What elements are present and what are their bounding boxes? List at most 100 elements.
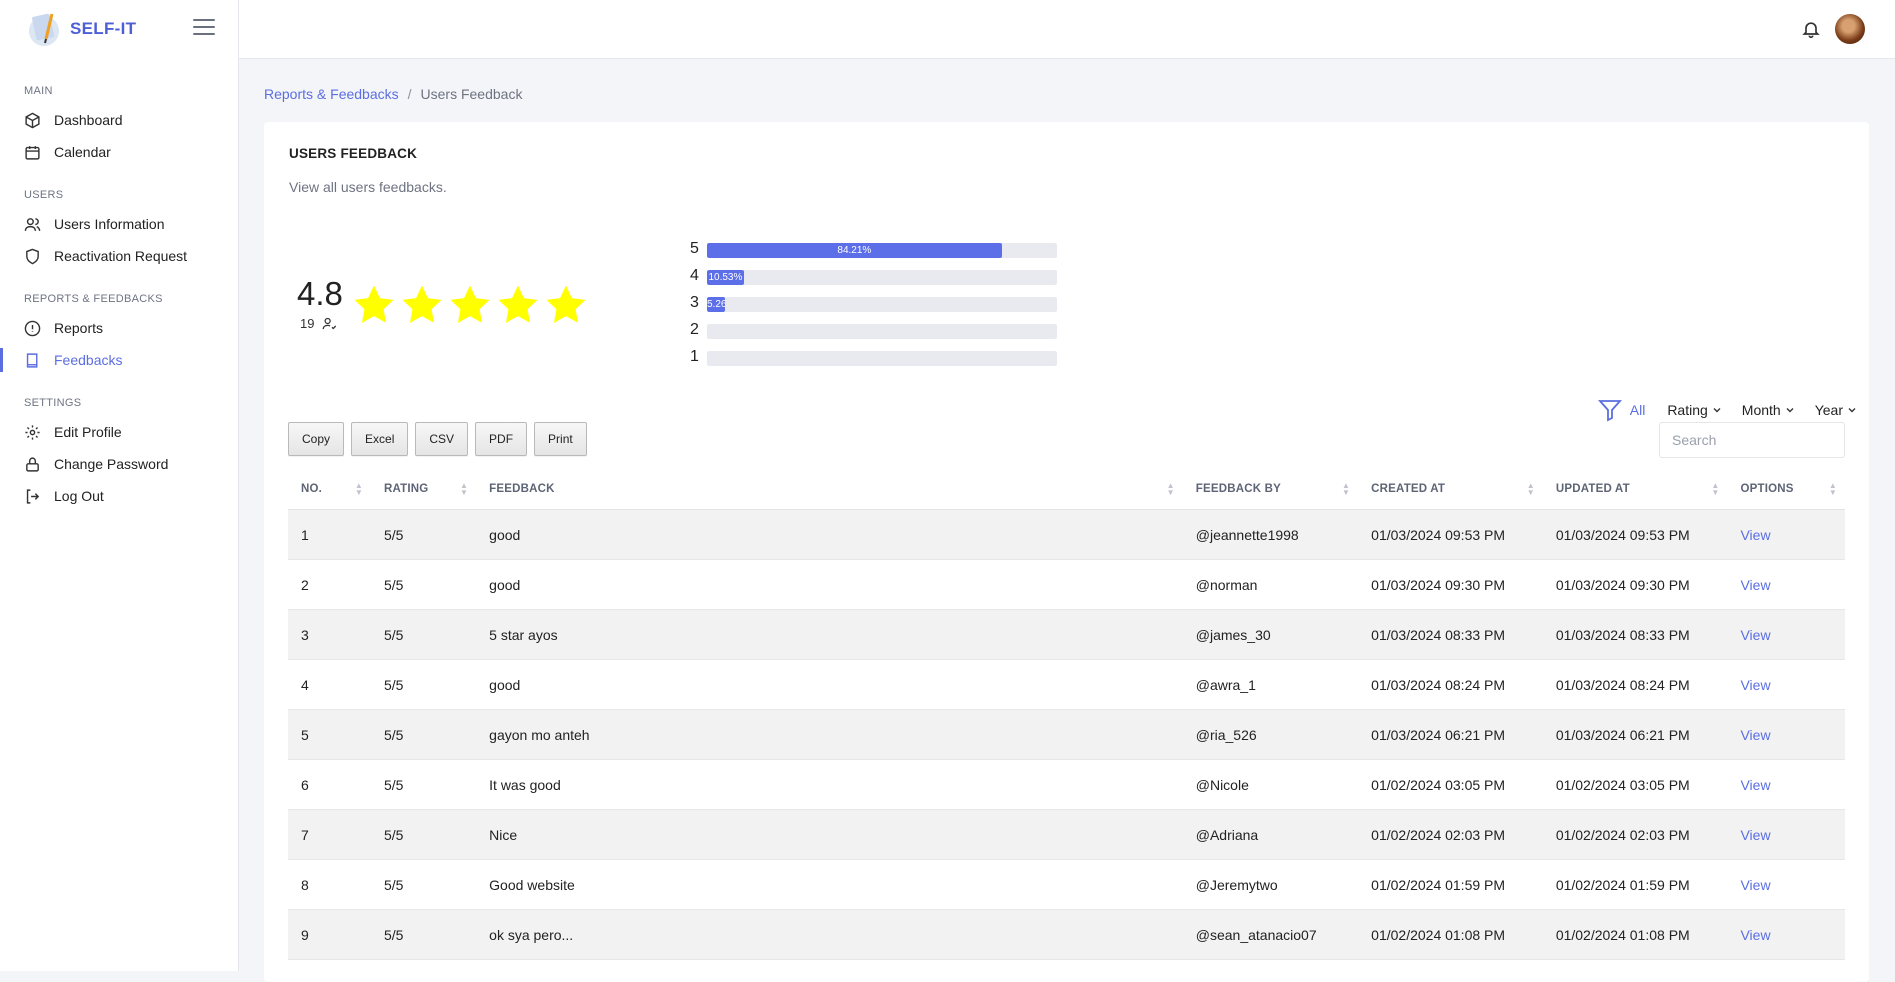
view-link[interactable]: View	[1740, 877, 1770, 893]
view-link[interactable]: View	[1740, 827, 1770, 843]
star-icon	[354, 285, 394, 323]
copy-button[interactable]: Copy	[288, 422, 345, 456]
breadcrumb-current: Users Feedback	[420, 86, 523, 102]
search-input[interactable]	[1659, 422, 1845, 458]
rating-bar-row: 3 5.26%	[690, 294, 1090, 312]
sort-icon: ▲ ▼	[1166, 481, 1175, 497]
csv-button[interactable]: CSV	[415, 422, 469, 456]
view-link[interactable]: View	[1740, 577, 1770, 593]
sort-icon: ▲ ▼	[354, 481, 363, 497]
excel-button[interactable]: Excel	[351, 422, 409, 456]
table-row: 3 5/5 5 star ayos @james_30 01/03/2024 08:33…	[288, 609, 1845, 660]
col-updated-at-header[interactable]: UPDATED AT ▲ ▼	[1542, 469, 1728, 510]
filter-icon[interactable]	[1597, 398, 1622, 422]
column-header-label: RATING	[383, 483, 429, 495]
row-rating: 5/5	[370, 659, 477, 710]
section-main: MAIN	[24, 85, 53, 97]
view-link[interactable]: View	[1740, 627, 1770, 643]
view-link[interactable]: View	[1740, 927, 1770, 943]
col-rating-header[interactable]: RATING ▲ ▼	[370, 469, 477, 510]
row-feedback-by: @jeannette1998	[1182, 509, 1359, 560]
rating-bar-track	[707, 351, 1057, 366]
row-options: View	[1727, 909, 1845, 960]
col-feedback-header[interactable]: FEEDBACK ▲ ▼	[476, 469, 1183, 510]
view-link[interactable]: View	[1740, 727, 1770, 743]
sort-icon: ▲ ▼	[1711, 481, 1720, 497]
avatar[interactable]	[1835, 14, 1865, 44]
rating-count-value: 19	[300, 316, 315, 331]
row-updated-at: 01/03/2024 08:24 PM	[1542, 659, 1728, 710]
rating-bar-star: 4	[690, 267, 699, 284]
sidebar-item-users-information[interactable]: Users Information	[0, 209, 237, 239]
row-number: 8	[288, 859, 371, 910]
view-link[interactable]: View	[1740, 677, 1770, 693]
month-dropdown[interactable]: Month	[1742, 402, 1795, 418]
star-icon	[450, 285, 490, 323]
row-options: View	[1727, 509, 1845, 560]
sidebar-item-calendar[interactable]: Calendar	[0, 137, 237, 167]
star-icon	[402, 285, 442, 323]
col-created-at-header[interactable]: CREATED AT ▲ ▼	[1358, 469, 1543, 510]
view-link[interactable]: View	[1740, 777, 1770, 793]
row-number: 4	[288, 659, 371, 710]
lock-icon	[26, 456, 39, 472]
row-feedback: It was good	[476, 759, 1183, 810]
brand-logo[interactable]: SELF-IT	[26, 8, 136, 50]
view-link[interactable]: View	[1740, 527, 1770, 543]
col-no-header[interactable]: NO. ▲ ▼	[288, 469, 371, 510]
rating-bar-star: 3	[690, 294, 699, 311]
chevron-down-icon	[1848, 408, 1856, 413]
sidebar-item-log-out[interactable]: Log Out	[0, 481, 237, 511]
calendar-icon	[25, 145, 40, 160]
year-dropdown[interactable]: Year	[1815, 402, 1857, 418]
row-created-at: 01/02/2024 01:08 PM	[1358, 909, 1543, 960]
rating-bar-track	[707, 324, 1057, 339]
alert-circle-icon	[24, 320, 41, 336]
row-feedback-by: @norman	[1182, 559, 1359, 610]
sidebar-item-reports[interactable]: Reports	[0, 313, 237, 343]
logo-icon	[29, 13, 59, 46]
column-header-label: FEEDBACK BY	[1195, 483, 1282, 495]
row-feedback: 5 star ayos	[476, 609, 1183, 660]
row-feedback-by: @james_30	[1182, 609, 1359, 660]
row-feedback-by: @Adriana	[1182, 809, 1359, 860]
sidebar-item-edit-profile[interactable]: Edit Profile	[0, 417, 237, 447]
book-icon	[26, 352, 38, 368]
sidebar-item-reactivation-request[interactable]: Reactivation Request	[0, 241, 237, 271]
print-button[interactable]: Print	[534, 422, 587, 456]
sidebar-item-label: Edit Profile	[54, 424, 122, 440]
row-created-at: 01/03/2024 06:21 PM	[1358, 709, 1543, 760]
row-created-at: 01/03/2024 08:24 PM	[1358, 659, 1543, 710]
pdf-button[interactable]: PDF	[475, 422, 528, 456]
row-number: 3	[288, 609, 371, 660]
shield-icon	[26, 248, 39, 264]
table-header-row: NO. ▲ ▼ RATING ▲ ▼ FEEDBACK ▲ ▼ FEEDBACK BY ▲ ▼ CREA…	[288, 469, 1845, 510]
column-header-label: UPDATED AT	[1555, 483, 1630, 495]
sidebar-item-dashboard[interactable]: Dashboard	[0, 105, 237, 135]
col-feedback-by-header[interactable]: FEEDBACK BY ▲ ▼	[1182, 469, 1359, 510]
sidebar-item-feedbacks[interactable]: Feedbacks	[0, 345, 237, 375]
row-feedback-by: @Jeremytwo	[1182, 859, 1359, 910]
sidebar-item-label: Log Out	[54, 488, 104, 504]
table-row: 8 5/5 Good website @Jeremytwo 01/02/2024 01:…	[288, 859, 1845, 910]
sidebar-item-label: Change Password	[54, 456, 169, 472]
breadcrumb-parent-link[interactable]: Reports & Feedbacks	[264, 86, 399, 102]
row-options: View	[1727, 759, 1845, 810]
row-created-at: 01/02/2024 01:59 PM	[1358, 859, 1543, 910]
bell-icon[interactable]	[1801, 18, 1821, 40]
row-number: 7	[288, 809, 371, 860]
rating-bar-star: 2	[690, 321, 699, 338]
rating-dropdown[interactable]: Rating	[1667, 402, 1721, 418]
filter-all-link[interactable]: All	[1630, 402, 1646, 418]
row-number: 9	[288, 909, 371, 960]
rating-dropdown-label: Rating	[1667, 402, 1708, 418]
column-header-label: FEEDBACK	[489, 483, 555, 495]
menu-toggle-icon[interactable]	[193, 19, 215, 37]
users-icon	[24, 217, 41, 231]
row-feedback-by: @Nicole	[1182, 759, 1359, 810]
star-rating	[351, 282, 589, 328]
sidebar-item-label: Feedbacks	[54, 352, 123, 368]
sidebar-item-change-password[interactable]: Change Password	[0, 449, 237, 479]
average-rating: 4.8	[297, 275, 343, 312]
col-options-header[interactable]: OPTIONS ▲ ▼	[1727, 469, 1845, 510]
